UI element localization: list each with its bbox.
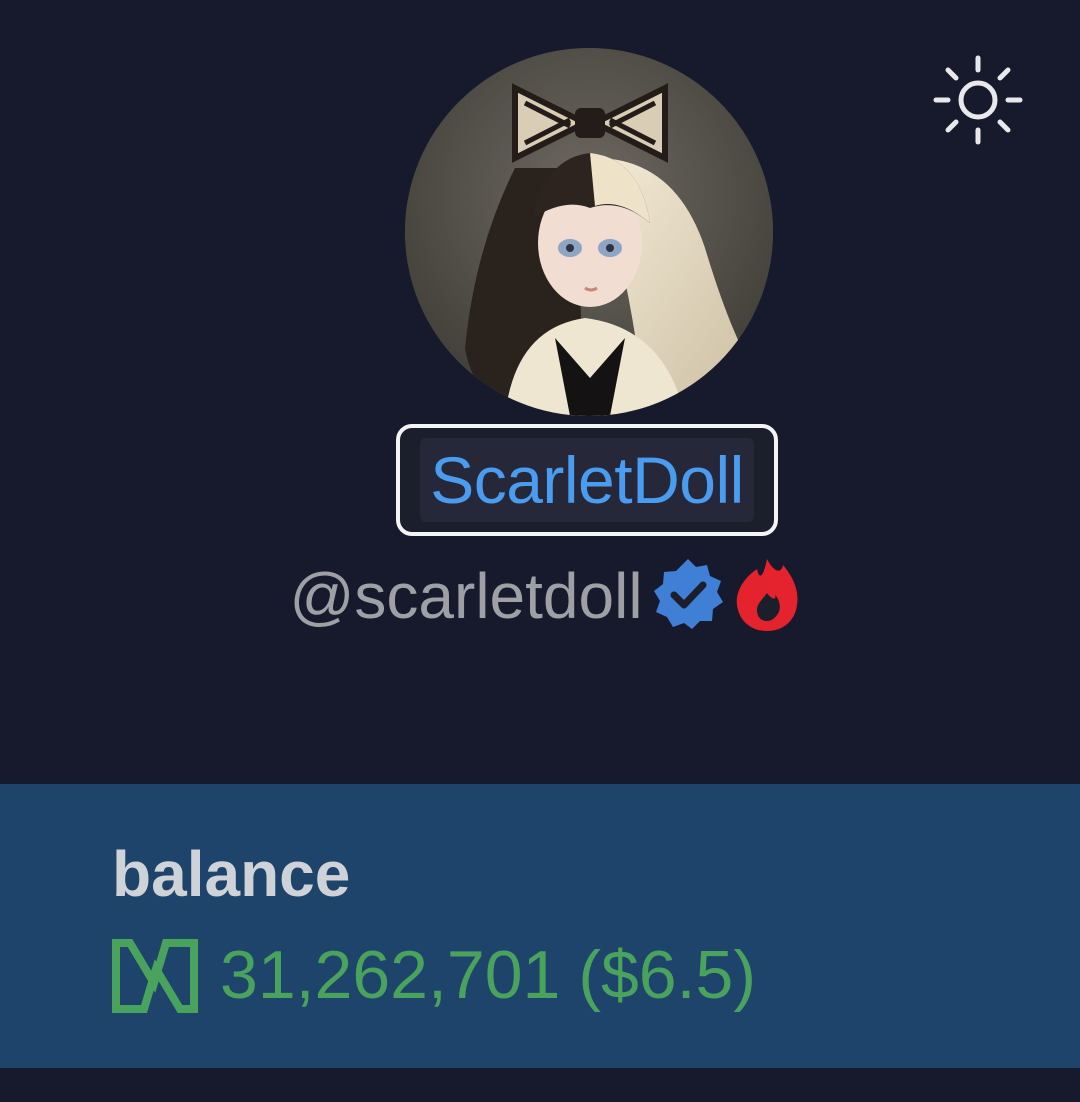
sun-icon (933, 55, 1023, 145)
settings-button[interactable] (928, 50, 1028, 150)
avatar[interactable] (405, 48, 773, 416)
username-handle: @scarletdoll (289, 560, 643, 632)
profile-header: ScarletDoll @scarletdoll (0, 0, 1080, 784)
bottom-strip (0, 1068, 1080, 1102)
display-name-highlight: ScarletDoll (420, 438, 754, 522)
balance-amount: 31,262,701 (220, 937, 561, 1013)
near-token-icon (112, 939, 198, 1013)
avatar-image (405, 48, 773, 416)
verified-badge-icon (649, 555, 727, 638)
balance-usd-value: ($6.5) (578, 937, 756, 1013)
balance-panel (0, 784, 1080, 1068)
display-name-box[interactable]: ScarletDoll (396, 424, 778, 536)
flame-badge-icon (733, 555, 801, 638)
handle-row: @scarletdoll (0, 550, 1080, 642)
display-name: ScarletDoll (430, 443, 744, 517)
balance-label: balance (112, 838, 351, 910)
balance-row: 31,262,701 ($6.5) (110, 930, 756, 1020)
